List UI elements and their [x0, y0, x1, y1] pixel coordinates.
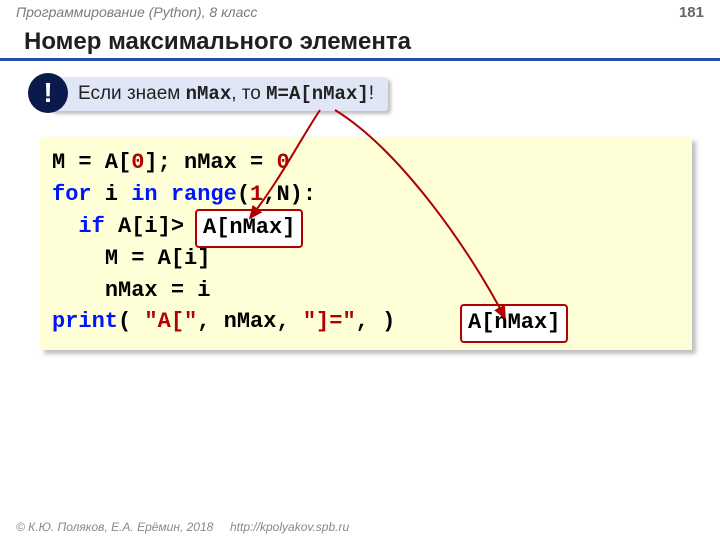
callout-text-post: !	[369, 83, 374, 104]
highlight-a-nmax-2: A[nMax]	[460, 304, 568, 343]
t: ]; nMax =	[144, 150, 276, 175]
t: 0	[276, 150, 289, 175]
code-line-2: for i in range(1,N):	[52, 179, 680, 211]
code-line-6: print( "A[", nMax, "]=", )	[52, 306, 680, 338]
callout-box: Если знаем nMax, то M=A[nMax]!	[50, 77, 388, 111]
t: 1	[250, 182, 263, 207]
code-line-1: M = A[0]; nMax = 0	[52, 147, 680, 179]
callout-mono1: nMax	[186, 83, 232, 105]
code-block: M = A[0]; nMax = 0 for i in range(1,N): …	[40, 137, 692, 350]
t: (	[118, 309, 144, 334]
t: (	[237, 182, 250, 207]
t: "A["	[144, 309, 197, 334]
exclamation-badge: !	[28, 73, 68, 113]
t: M = A[i]	[105, 246, 211, 271]
callout-text-mid: , то	[231, 83, 266, 104]
code-line-4: M = A[i]	[52, 243, 680, 275]
t: "]="	[303, 309, 356, 334]
t: nMax = i	[105, 278, 211, 303]
page-title: Номер максимального элемента	[0, 26, 720, 61]
t: M = A[	[52, 150, 131, 175]
t: , nMax,	[197, 309, 303, 334]
t	[158, 182, 171, 207]
callout-mono2: M=A[nMax]	[266, 83, 369, 105]
callout: ! Если знаем nMax, то M=A[nMax]!	[28, 75, 720, 121]
t: range	[171, 182, 237, 207]
t: ,N):	[263, 182, 316, 207]
t: in	[131, 182, 157, 207]
page-number: 181	[679, 4, 704, 26]
t: 0	[131, 150, 144, 175]
code-line-3: if A[i]> :	[52, 211, 680, 243]
course-label: Программирование (Python), 8 класс	[16, 4, 257, 26]
footer: © К.Ю. Поляков, Е.А. Ерёмин, 2018 http:/…	[16, 520, 349, 534]
callout-text-pre: Если знаем	[78, 83, 186, 104]
footer-copy: © К.Ю. Поляков, Е.А. Ерёмин, 2018	[16, 520, 213, 534]
t: if	[78, 214, 104, 239]
highlight-a-nmax-1: A[nMax]	[195, 209, 303, 248]
t: for	[52, 182, 92, 207]
t: i	[92, 182, 132, 207]
t: , )	[356, 309, 396, 334]
code-line-5: nMax = i	[52, 275, 680, 307]
t: print	[52, 309, 118, 334]
topbar: Программирование (Python), 8 класс 181	[0, 0, 720, 26]
footer-link[interactable]: http://kpolyakov.spb.ru	[230, 520, 349, 534]
